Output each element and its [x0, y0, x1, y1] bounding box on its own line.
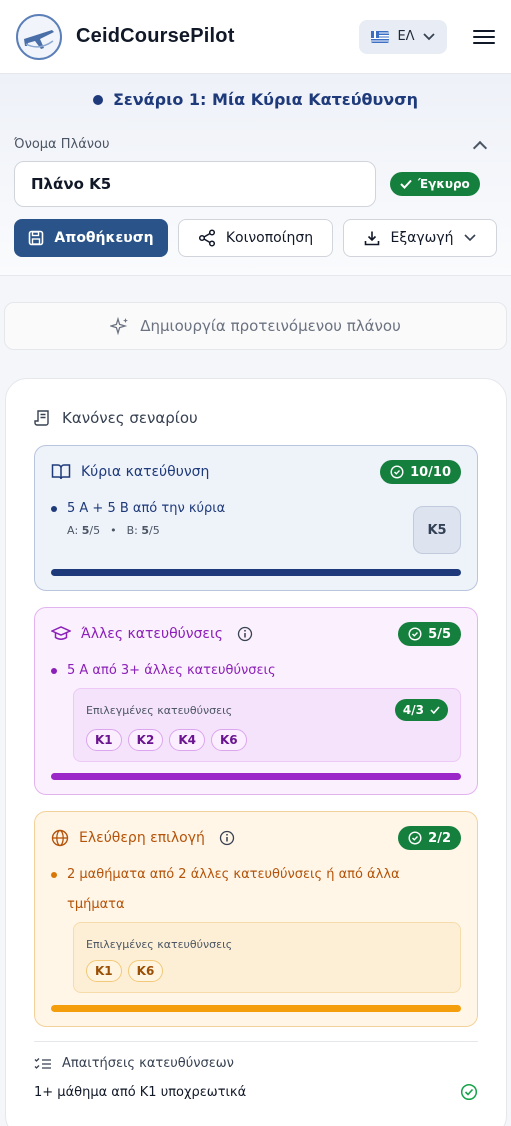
rule-main-direction: Κύρια κατεύθυνση 10/10 5 Α + 5 Β από την…: [34, 445, 478, 591]
valid-badge: Έγκυρο: [390, 172, 480, 196]
requirement-item: 1+ μάθημα από Κ1 υποχρεωτικά: [34, 1083, 478, 1101]
direction-chip[interactable]: Κ1: [86, 960, 122, 982]
rule-other-badge: 5/5: [398, 622, 461, 646]
selected-count-value: 4/3: [402, 703, 424, 717]
book-open-icon: [51, 464, 71, 480]
bullet-dot: [51, 506, 57, 512]
bullet-dot: [51, 668, 57, 674]
chevron-down-icon: [422, 32, 435, 40]
rule-other-title: Άλλες κατευθύνσεις: [81, 626, 223, 642]
language-selector[interactable]: ΕΛ: [359, 19, 447, 54]
rules-title: Κανόνες σεναρίου: [62, 409, 198, 427]
scenario-rules-card: Κανόνες σεναρίου Κύρια κατεύθυνση 10/10 …: [5, 378, 507, 1126]
rules-header: Κανόνες σεναρίου: [34, 409, 478, 427]
sparkles-icon: [110, 316, 129, 336]
rule-free-bullet: 2 μαθήματα από 2 άλλες κατευθύνσεις ή απ…: [51, 860, 461, 920]
language-label: ΕΛ: [397, 29, 415, 44]
selected-count-badge: 4/3: [394, 699, 448, 721]
share-icon: [198, 229, 215, 247]
hamburger-menu-icon[interactable]: [473, 29, 495, 44]
selected-directions-chips: Κ1 Κ2 Κ4 Κ6: [86, 729, 448, 751]
selected-directions-chips: Κ1 Κ6: [86, 960, 448, 982]
rule-free-selected-box: Επιλεγμένες κατευθύνσεις Κ1 Κ6: [73, 922, 461, 993]
chevron-down-icon: [463, 234, 476, 242]
rule-other-bullet-text: 5 Α από 3+ άλλες κατευθύνσεις: [67, 663, 276, 678]
b-label: Β:: [126, 524, 138, 537]
check-icon: [430, 706, 440, 714]
requirements-title: Απαιτήσεις κατευθύνσεων: [62, 1056, 234, 1071]
selected-directions-label: Επιλεγμένες κατευθύνσεις: [86, 938, 233, 951]
app-brand: CeidCoursePilot: [76, 25, 235, 47]
rule-free-badge: 2/2: [398, 826, 461, 850]
bullet-dot: [51, 872, 57, 878]
rule-free-title: Ελεύθερη επιλογή: [79, 830, 205, 846]
rule-main-bullet: 5 Α + 5 Β από την κύρια: [51, 494, 461, 524]
globe-icon: [51, 829, 69, 847]
direction-chip[interactable]: Κ4: [169, 729, 205, 751]
b-total: /5: [149, 524, 160, 537]
rule-other-progress-bar: [51, 773, 461, 780]
rule-other-selected-box: Επιλεγμένες κατευθύνσεις 4/3 Κ1 Κ2 Κ4 Κ6: [73, 688, 461, 762]
rule-main-badge-value: 10/10: [410, 464, 451, 480]
export-button[interactable]: Εξαγωγή: [343, 219, 497, 257]
valid-label: Έγκυρο: [418, 177, 470, 191]
scenario-title-text: Σενάριο 1: Μία Κύρια Κατεύθυνση: [112, 90, 419, 109]
save-icon: [29, 230, 44, 246]
scenario-panel: Σενάριο 1: Μία Κύρια Κατεύθυνση Όνομα Πλ…: [0, 74, 511, 276]
direction-chip[interactable]: Κ1: [86, 729, 122, 751]
selected-directions-label: Επιλεγμένες κατευθύνσεις: [86, 703, 233, 717]
scenario-title: Σενάριο 1: Μία Κύρια Κατεύθυνση: [14, 90, 497, 109]
rule-main-bullet-text: 5 Α + 5 Β από την κύρια: [67, 501, 226, 516]
check-icon: [400, 179, 412, 189]
check-circle-icon: [408, 831, 422, 845]
download-icon: [365, 231, 380, 246]
check-circle-icon: [408, 627, 422, 641]
rule-main-badge: 10/10: [380, 460, 461, 484]
save-label: Αποθήκευση: [54, 230, 154, 246]
direction-chip[interactable]: Κ6: [127, 960, 164, 982]
greek-flag-icon: [371, 30, 390, 43]
airplane-icon: [24, 29, 54, 49]
check-circle-icon: [390, 465, 404, 479]
rule-other-bullet: 5 Α από 3+ άλλες κατευθύνσεις: [51, 656, 461, 686]
share-label: Κοινοποίηση: [225, 230, 314, 246]
export-label: Εξαγωγή: [390, 230, 454, 246]
app-header: CeidCoursePilot ΕΛ: [0, 0, 511, 74]
main-direction-chip[interactable]: Κ5: [413, 506, 461, 554]
requirement-label: 1+ μάθημα από Κ1 υποχρεωτικά: [34, 1084, 247, 1100]
save-button[interactable]: Αποθήκευση: [14, 219, 168, 257]
a-label: Α:: [67, 524, 79, 537]
rule-free-bullet-text: 2 μαθήματα από 2 άλλες κατευθύνσεις ή απ…: [67, 867, 400, 912]
rule-free-choice: Ελεύθερη επιλογή 2/2 2 μαθήματα από 2 άλ…: [34, 811, 478, 1027]
direction-requirements: Απαιτήσεις κατευθύνσεων 1+ μάθημα από Κ1…: [34, 1041, 478, 1101]
rule-free-progress-bar: [51, 1005, 461, 1012]
rule-main-title: Κύρια κατεύθυνση: [81, 464, 210, 480]
a-total: /5: [89, 524, 101, 537]
checklist-icon: [34, 1057, 51, 1069]
chevron-up-icon[interactable]: [472, 140, 488, 156]
scroll-icon: [34, 410, 49, 426]
share-button[interactable]: Κοινοποίηση: [178, 219, 333, 257]
info-icon[interactable]: [219, 830, 235, 846]
app-logo[interactable]: [16, 13, 62, 60]
rule-free-badge-value: 2/2: [428, 830, 451, 846]
rule-other-badge-value: 5/5: [428, 626, 451, 642]
rule-main-progress-bar: [51, 569, 461, 576]
direction-chip[interactable]: Κ2: [127, 729, 164, 751]
info-icon[interactable]: [237, 626, 253, 642]
rule-other-directions: Άλλες κατευθύνσεις 5/5 5 Α από 3+ άλλες …: [34, 607, 478, 795]
scenario-dot: [92, 94, 103, 105]
check-circle-icon: [460, 1083, 478, 1101]
generate-label: Δημιουργία προτεινόμενου πλάνου: [140, 317, 401, 335]
plan-name-input[interactable]: Πλάνο Κ5: [14, 161, 376, 207]
generate-plan-button[interactable]: Δημιουργία προτεινόμενου πλάνου: [4, 302, 507, 350]
graduation-cap-icon: [51, 626, 71, 640]
plan-name-label: Όνομα Πλάνου: [14, 136, 110, 152]
b-value: 5: [141, 524, 150, 537]
direction-chip[interactable]: Κ6: [210, 729, 247, 751]
rule-main-counts: Α: 5/5 • Β: 5/5: [67, 524, 160, 537]
